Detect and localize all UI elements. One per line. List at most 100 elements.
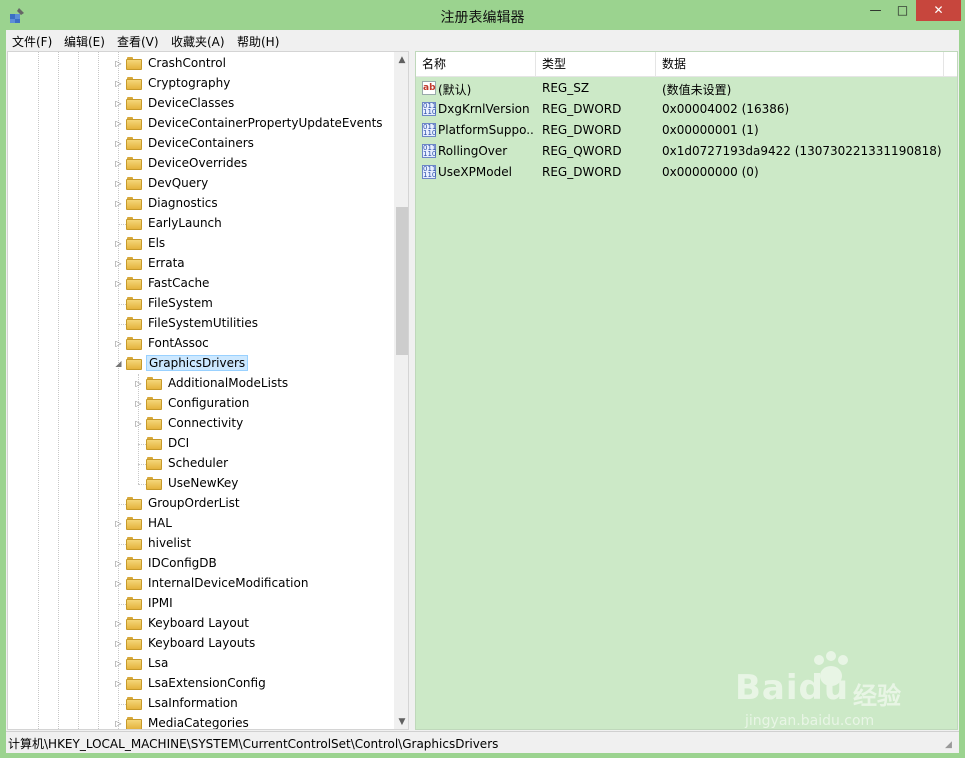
expand-arrow-icon[interactable]: ▷ — [114, 719, 123, 728]
tree-item-label: CrashControl — [148, 56, 226, 70]
scroll-up-arrow-icon[interactable]: ▲ — [394, 52, 408, 68]
expand-arrow-icon[interactable]: ▷ — [114, 619, 123, 628]
expand-arrow-icon[interactable]: ▷ — [114, 159, 123, 168]
tree-item-label: DevQuery — [148, 176, 209, 190]
folder-icon — [146, 477, 162, 490]
folder-icon — [126, 677, 142, 690]
expand-arrow-icon[interactable]: ▷ — [134, 399, 143, 408]
window-title: 注册表编辑器 — [440, 10, 525, 26]
expand-arrow-icon[interactable]: ▷ — [114, 339, 123, 348]
expand-arrow-icon[interactable]: ▷ — [114, 279, 123, 288]
tree-item-label: Scheduler — [168, 456, 229, 470]
expand-arrow-icon[interactable]: ▷ — [114, 519, 123, 528]
tree-connector — [138, 484, 146, 485]
folder-icon — [126, 237, 142, 250]
column-header-type[interactable]: 类型 — [536, 52, 656, 76]
menu-edit[interactable]: 编辑(E) — [64, 33, 105, 50]
folder-icon — [126, 697, 142, 710]
resize-grip-icon[interactable]: ◢ — [945, 739, 957, 751]
folder-icon — [126, 337, 142, 350]
expand-arrow-icon[interactable]: ▷ — [114, 99, 123, 108]
tree-item-label: DCI — [168, 436, 190, 450]
tree-item-label: GraphicsDrivers — [146, 355, 249, 371]
tree-vertical-scrollbar[interactable]: ▲ ▼ — [394, 52, 408, 729]
tree-item-label: DeviceClasses — [148, 96, 235, 110]
value-row[interactable]: 011 110 DxgKrnlVersion REG_DWORD 0x00004002 … — [416, 99, 957, 120]
value-row[interactable]: ab (默认) REG_SZ (数值未设置) — [416, 78, 957, 99]
expand-arrow-icon[interactable]: ▷ — [114, 139, 123, 148]
folder-icon — [126, 177, 142, 190]
scroll-down-arrow-icon[interactable]: ▼ — [394, 714, 408, 729]
tree-guide-line — [38, 52, 39, 729]
menu-view[interactable]: 查看(V) — [117, 33, 159, 50]
scrollbar-thumb[interactable] — [396, 207, 408, 355]
tree-connector — [138, 464, 146, 465]
expand-arrow-icon[interactable]: ▷ — [114, 579, 123, 588]
maximize-button[interactable]: □ — [889, 0, 916, 21]
tree-item-label: DeviceContainerPropertyUpdateEvents — [148, 116, 383, 130]
expand-arrow-icon[interactable]: ▷ — [114, 679, 123, 688]
value-row[interactable]: 011 110 PlatformSuppo... REG_DWORD 0x0000000… — [416, 120, 957, 141]
folder-icon — [126, 717, 142, 729]
value-name: DxgKrnlVersion — [438, 102, 530, 116]
tree-item-label: Keyboard Layout — [148, 616, 250, 630]
folder-icon — [126, 657, 142, 670]
menu-favorites[interactable]: 收藏夹(A) — [171, 33, 225, 50]
expand-arrow-icon[interactable]: ▷ — [114, 239, 123, 248]
value-data: 0x00000000 (0) — [662, 165, 759, 179]
expand-arrow-icon[interactable]: ▷ — [114, 199, 123, 208]
expand-arrow-icon[interactable]: ▷ — [114, 659, 123, 668]
expand-arrow-icon[interactable]: ▷ — [114, 559, 123, 568]
expand-arrow-icon[interactable]: ▷ — [134, 419, 143, 428]
tree-guide-line — [98, 52, 99, 729]
menu-help[interactable]: 帮助(H) — [237, 33, 279, 50]
tree-item-label: Connectivity — [168, 416, 244, 430]
folder-icon — [126, 537, 142, 550]
tree-item-label: Diagnostics — [148, 196, 218, 210]
tree-item-label: IDConfigDB — [148, 556, 217, 570]
value-type: REG_SZ — [542, 81, 590, 95]
expand-arrow-icon[interactable]: ▷ — [114, 119, 123, 128]
folder-icon — [126, 597, 142, 610]
folder-icon — [126, 517, 142, 530]
key-tree-pane[interactable]: ▷ CrashControl ▷ Cryptography ▷ DeviceClasses… — [7, 51, 409, 730]
value-data: 0x1d0727193da9422 (130730221331190818) — [662, 144, 942, 158]
tree-item-label: FastCache — [148, 276, 210, 290]
tree-item-label: LsaInformation — [148, 696, 238, 710]
binary-value-icon: 011 110 — [422, 144, 437, 158]
expand-arrow-icon[interactable]: ▷ — [134, 379, 143, 388]
minimize-button[interactable]: — — [862, 0, 889, 21]
collapse-arrow-icon[interactable]: ◢ — [114, 359, 123, 368]
column-header-data[interactable]: 数据 — [656, 52, 944, 76]
tree-item-label: IPMI — [148, 596, 173, 610]
tree-guide-line — [78, 52, 79, 729]
folder-icon — [126, 557, 142, 570]
expand-arrow-icon[interactable]: ▷ — [114, 79, 123, 88]
value-data: (数值未设置) — [662, 83, 732, 97]
expand-arrow-icon[interactable]: ▷ — [114, 259, 123, 268]
tree-guide-line — [138, 374, 139, 484]
expand-arrow-icon[interactable]: ▷ — [114, 59, 123, 68]
expand-arrow-icon[interactable]: ▷ — [114, 639, 123, 648]
column-header-name[interactable]: 名称 — [416, 52, 536, 76]
expand-arrow-icon[interactable]: ▷ — [114, 179, 123, 188]
tree-connector — [118, 324, 126, 325]
value-row[interactable]: 011 110 RollingOver REG_QWORD 0x1d0727193da9… — [416, 141, 957, 162]
title-bar[interactable]: 注册表编辑器 — □ ✕ — [0, 0, 965, 30]
tree-item-label: LsaExtensionConfig — [148, 676, 266, 690]
menu-file[interactable]: 文件(F) — [12, 33, 52, 50]
folder-icon — [126, 77, 142, 90]
list-header: 名称 类型 数据 — [416, 52, 957, 77]
folder-icon — [126, 617, 142, 630]
binary-value-icon: 011 110 — [422, 123, 437, 137]
close-button[interactable]: ✕ — [916, 0, 961, 21]
tree-item-label: Keyboard Layouts — [148, 636, 256, 650]
value-row[interactable]: 011 110 UseXPModel REG_DWORD 0x00000000 (0) — [416, 162, 957, 183]
folder-icon — [146, 437, 162, 450]
folder-icon — [146, 397, 162, 410]
values-list-pane[interactable]: 名称 类型 数据 ab (默认) REG_SZ (数值未设置) 011 110 DxgKrn… — [415, 51, 958, 730]
tree-item-label: AdditionalModeLists — [168, 376, 289, 390]
value-name: PlatformSuppo... — [438, 123, 534, 137]
folder-icon — [126, 297, 142, 310]
tree-item-label: MediaCategories — [148, 716, 249, 730]
